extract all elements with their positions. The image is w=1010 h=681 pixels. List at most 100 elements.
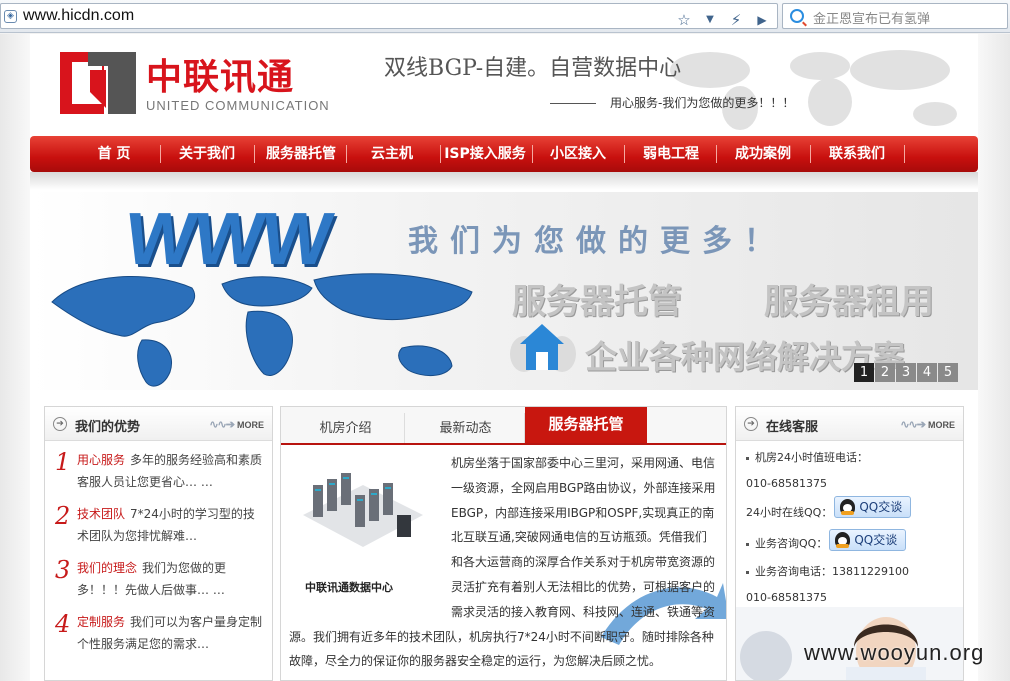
item-key[interactable]: 我们的理念: [77, 561, 137, 575]
advantages-header: ➔ 我们的优势 ∿∿➔ MORE: [45, 407, 272, 441]
banner-headline: 我们为您做的更多！: [408, 224, 786, 259]
arrow-circle-icon: ➔: [744, 417, 758, 431]
star-bookmark-icon[interactable]: ☆: [673, 9, 695, 31]
tab-colocation[interactable]: 服务器托管: [525, 407, 647, 443]
item-number: 2: [55, 502, 71, 530]
list-item[interactable]: 2 技术团队 7*24小时的学习型的技术团队为您排忧解难…: [53, 503, 264, 547]
search-engine-icon[interactable]: [790, 9, 804, 23]
nav-item-cloud-host[interactable]: 云主机: [348, 136, 436, 172]
site-security-icon[interactable]: ◈: [4, 10, 17, 23]
page-margin-left: [0, 34, 30, 681]
page: 中联讯通 UNITED COMMUNICATION 双线BGP-自建。自营数据中…: [30, 34, 978, 681]
center-tabs-panel: 机房介绍 最新动态 服务器托管 中联讯通数据中心 机房坐落于国家部委中心三里河，…: [280, 406, 727, 681]
qq-chat-button[interactable]: QQ交谈: [829, 529, 907, 551]
wave-icon: ∿∿➔: [209, 419, 235, 431]
list-item[interactable]: 4 定制服务 我们可以为客户量身定制个性服务满足您的需求…: [53, 611, 264, 655]
arrow-circle-icon: ➔: [53, 417, 67, 431]
nav-divider: [624, 145, 625, 163]
service-list: 机房24小时值班电话： 010-68581375 24小时在线QQ： QQ交谈 业…: [736, 441, 963, 611]
nav-item-community[interactable]: 小区接入: [534, 136, 622, 172]
address-bar[interactable]: ◈ www.hicdn.com ☆ ▼ ⚡ ▶: [0, 3, 778, 29]
nav-divider: [904, 145, 905, 163]
service-business-phone: 业务咨询电话：13811229100: [755, 565, 909, 578]
url-text[interactable]: www.hicdn.com: [23, 7, 134, 25]
tab-news[interactable]: 最新动态: [407, 413, 525, 443]
banner-pager: 1 2 3 4 5: [853, 363, 958, 382]
service-more-link[interactable]: ∿∿➔ MORE: [900, 418, 955, 431]
service-label-qq: 24小时在线QQ：: [746, 506, 833, 519]
banner-text-rental: 服务器租用: [764, 282, 934, 322]
qq-penguin-icon: [840, 499, 856, 515]
list-item[interactable]: 3 我们的理念 我们为您做的更多！！！先做人后做事… …: [53, 557, 264, 601]
wave-icon: ∿∿➔: [900, 419, 926, 431]
nav-item-cases[interactable]: 成功案例: [718, 136, 808, 172]
service-line: 24小时在线QQ： QQ交谈: [746, 496, 955, 529]
more-label[interactable]: MORE: [928, 420, 955, 430]
qq-penguin-icon: [835, 532, 851, 548]
service-header: ➔ 在线客服 ∿∿➔ MORE: [736, 407, 963, 441]
banner-page-5[interactable]: 5: [938, 363, 958, 382]
browser-toolbar: ◈ www.hicdn.com ☆ ▼ ⚡ ▶ 金正恩宣布已有氢弹: [0, 0, 1010, 33]
banner-page-2[interactable]: 2: [875, 363, 895, 382]
search-box[interactable]: 金正恩宣布已有氢弹: [782, 3, 1008, 29]
item-key[interactable]: 技术团队: [77, 507, 125, 521]
item-number: 4: [55, 610, 71, 638]
advantages-more-link[interactable]: ∿∿➔ MORE: [209, 418, 264, 431]
qq-chat-label[interactable]: QQ交谈: [854, 533, 897, 547]
nav-divider: [716, 145, 717, 163]
list-item[interactable]: 1 用心服务 多年的服务经验高和素质客服人员让您更省心… …: [53, 449, 264, 493]
service-label-business-qq: 业务咨询QQ：: [755, 537, 828, 550]
service-phone-2: 010-68581375: [746, 591, 827, 604]
nav-item-colocation[interactable]: 服务器托管: [256, 136, 346, 172]
nav-divider: [810, 145, 811, 163]
item-key[interactable]: 定制服务: [77, 615, 125, 629]
hero-banner[interactable]: WWW 我们为您做的更多！ 服务器托管 服务器租用 企业各种网络解决方案 1 2…: [30, 192, 978, 390]
nav-item-about[interactable]: 关于我们: [162, 136, 252, 172]
service-phone-1: 010-68581375: [746, 477, 827, 490]
banner-text-colocation: 服务器托管: [512, 282, 682, 322]
nav-divider: [532, 145, 533, 163]
header-slogan: 双线BGP-自建。自营数据中心: [384, 56, 682, 81]
house-puzzle-icon: [510, 324, 576, 372]
nav-divider: [160, 145, 161, 163]
banner-page-1[interactable]: 1: [854, 363, 874, 382]
service-line: 业务咨询电话：13811229100: [746, 559, 955, 585]
nav-item-home[interactable]: 首 页: [70, 136, 158, 172]
nav-divider: [346, 145, 347, 163]
banner-world-map-graphic: [51, 273, 473, 387]
world-map-graphic: [670, 50, 957, 130]
qq-chat-label[interactable]: QQ交谈: [859, 500, 902, 514]
service-line: 业务咨询QQ： QQ交谈: [746, 529, 955, 559]
lightning-icon[interactable]: ⚡: [725, 9, 747, 31]
tab-room-intro[interactable]: 机房介绍: [287, 413, 405, 443]
banner-page-3[interactable]: 3: [896, 363, 916, 382]
more-label[interactable]: MORE: [237, 420, 264, 430]
go-arrow-icon[interactable]: ▶: [751, 9, 773, 31]
advantages-title: 我们的优势: [75, 420, 141, 435]
advantages-list: 1 用心服务 多年的服务经验高和素质客服人员让您更省心… … 2 技术团队 7*24…: [45, 441, 272, 655]
qq-chat-button[interactable]: QQ交谈: [834, 496, 912, 518]
nav-item-contact[interactable]: 联系我们: [812, 136, 902, 172]
item-number: 1: [55, 448, 71, 476]
logo-text-cn[interactable]: 中联讯通: [146, 48, 294, 100]
item-number: 3: [55, 556, 71, 584]
logo-text-en: UNITED COMMUNICATION: [146, 98, 330, 113]
nav-item-isp[interactable]: ISP接入服务: [440, 136, 530, 172]
page-margin-right: [978, 34, 1010, 681]
intro-paragraph: 机房坐落于国家部委中心三里河，采用网通、电信一级资源，全网启用BGP路由协议，外…: [289, 451, 717, 674]
center-tabbar: 机房介绍 最新动态 服务器托管: [281, 407, 726, 445]
item-key[interactable]: 用心服务: [77, 453, 125, 467]
service-line: 010-68581375: [746, 471, 955, 497]
service-title: 在线客服: [766, 420, 819, 435]
header-subslogan: 用心服务-我们为您做的更多！！！: [550, 94, 794, 111]
nav-item-weak-current[interactable]: 弱电工程: [626, 136, 716, 172]
nav-shadow: [30, 172, 978, 190]
logo-mark-icon[interactable]: [60, 52, 136, 114]
advantages-panel: ➔ 我们的优势 ∿∿➔ MORE 1 用心服务 多年的服务经验高和素质客服人员让您更…: [44, 406, 273, 681]
search-input[interactable]: 金正恩宣布已有氢弹: [813, 8, 930, 27]
dropdown-arrow-icon[interactable]: ▼: [699, 9, 721, 31]
banner-page-4[interactable]: 4: [917, 363, 937, 382]
service-line: 机房24小时值班电话：: [746, 445, 955, 471]
main-nav: 首 页 关于我们 服务器托管 云主机 ISP接入服务 小区接入 弱电工程 成功案…: [30, 136, 978, 172]
nav-divider: [254, 145, 255, 163]
